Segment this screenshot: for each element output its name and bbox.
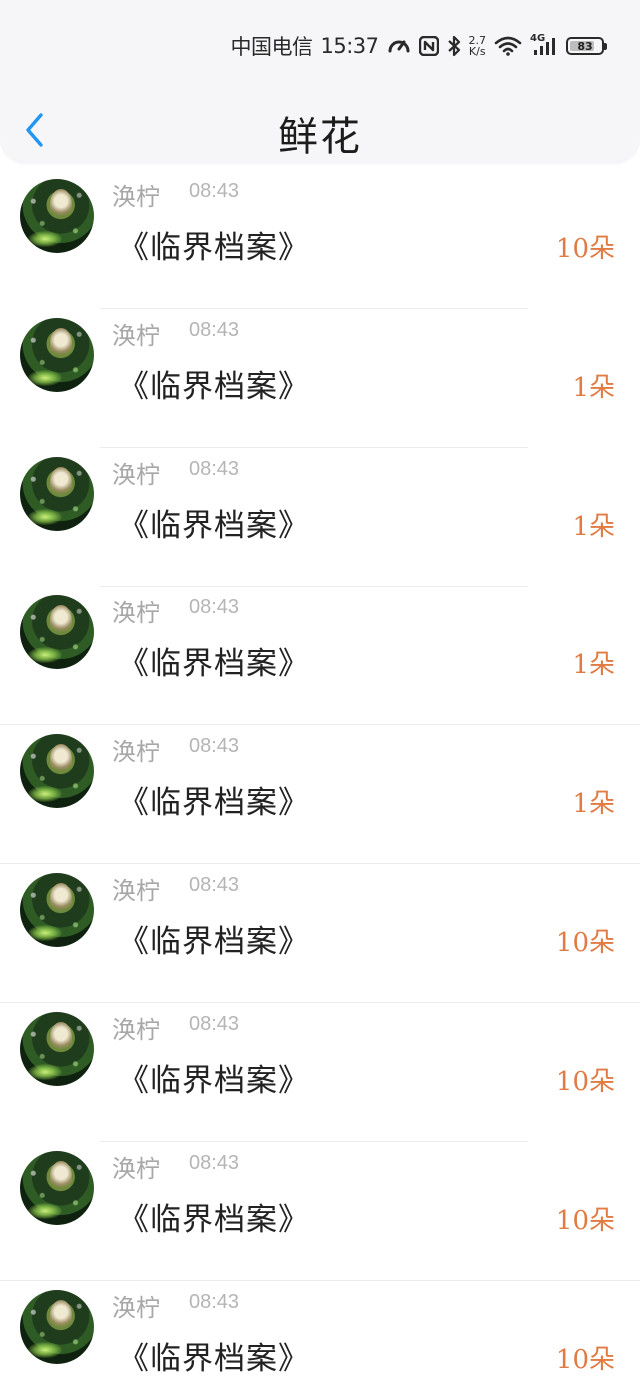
flower-record-row[interactable]: 涣柠 08:43 《临界档案》 1朵: [0, 586, 640, 725]
flower-count: 1朵: [572, 373, 615, 403]
user-name[interactable]: 涣柠: [112, 1288, 160, 1323]
send-time: 08:43: [189, 180, 240, 202]
bluetooth-icon: [447, 35, 461, 57]
flower-record-row[interactable]: 涣柠 08:43 《临界档案》 10朵: [0, 1281, 640, 1387]
avatar[interactable]: [20, 1290, 94, 1364]
book-title[interactable]: 《临界档案》: [118, 1333, 310, 1378]
flower-record-row[interactable]: 涣柠 08:43 《临界档案》 1朵: [0, 309, 640, 448]
clock: 15:37: [320, 34, 379, 58]
top-bar: 中国电信 15:37 2.7 K/s 4G 83 鲜花: [0, 0, 640, 163]
avatar-figure: [50, 1300, 72, 1330]
avatar-figure: [50, 605, 72, 635]
wifi-icon: [494, 36, 522, 56]
avatar-glow: [28, 370, 62, 386]
page-title: 鲜花: [278, 114, 362, 160]
flower-count: 10朵: [555, 1206, 615, 1236]
avatar-figure: [50, 189, 72, 219]
avatar-glow: [28, 231, 62, 247]
user-name[interactable]: 涣柠: [112, 177, 160, 212]
speedometer-icon: [387, 35, 411, 57]
avatar-glow: [28, 925, 62, 941]
send-time: 08:43: [189, 735, 240, 757]
user-name[interactable]: 涣柠: [112, 1010, 160, 1045]
send-time: 08:43: [189, 1291, 240, 1313]
user-name[interactable]: 涣柠: [112, 593, 160, 628]
net-speed-unit: K/s: [468, 45, 486, 58]
avatar-figure: [50, 883, 72, 913]
nfc-icon: [418, 36, 439, 56]
book-title[interactable]: 《临界档案》: [118, 1055, 310, 1100]
book-title[interactable]: 《临界档案》: [118, 916, 310, 961]
send-time: 08:43: [189, 458, 240, 480]
flower-record-row[interactable]: 涣柠 08:43 《临界档案》 1朵: [0, 725, 640, 864]
user-name[interactable]: 涣柠: [112, 732, 160, 767]
avatar-figure: [50, 1161, 72, 1191]
flower-record-row[interactable]: 涣柠 08:43 《临界档案》 1朵: [0, 448, 640, 587]
avatar-glow: [28, 1342, 62, 1358]
send-time: 08:43: [189, 596, 240, 618]
avatar[interactable]: [20, 457, 94, 531]
avatar[interactable]: [20, 873, 94, 947]
flowers-page: 涣柠 08:43 《临界档案》 10朵 涣柠 08:43 《临界档案》 1朵 涣柠 08:43 《临…: [0, 0, 640, 1387]
user-name[interactable]: 涣柠: [112, 316, 160, 351]
avatar[interactable]: [20, 318, 94, 392]
send-time: 08:43: [189, 874, 240, 896]
flower-count: 1朵: [572, 650, 615, 680]
book-title[interactable]: 《临界档案》: [118, 777, 310, 822]
avatar-figure: [50, 744, 72, 774]
network-type-label: 4G: [530, 33, 546, 44]
avatar[interactable]: [20, 1012, 94, 1086]
avatar-figure: [50, 1022, 72, 1052]
user-name[interactable]: 涣柠: [112, 1149, 160, 1184]
carrier-label: 中国电信: [230, 35, 313, 59]
send-time: 08:43: [189, 1152, 240, 1174]
avatar-glow: [28, 647, 62, 663]
send-time: 08:43: [189, 1013, 240, 1035]
avatar[interactable]: [20, 1151, 94, 1225]
flower-record-row[interactable]: 涣柠 08:43 《临界档案》 10朵: [0, 864, 640, 1003]
avatar-figure: [50, 467, 72, 497]
avatar-glow: [28, 509, 62, 525]
user-name[interactable]: 涣柠: [112, 455, 160, 490]
flower-record-row[interactable]: 涣柠 08:43 《临界档案》 10朵: [0, 1003, 640, 1142]
book-title[interactable]: 《临界档案》: [118, 638, 310, 683]
net-speed: 2.7 K/s: [469, 35, 487, 57]
flower-count: 10朵: [555, 1345, 615, 1375]
avatar-glow: [28, 1203, 62, 1219]
status-bar: 中国电信 15:37 2.7 K/s 4G 83: [230, 30, 607, 62]
avatar[interactable]: [20, 179, 94, 253]
battery-icon: 83: [566, 37, 607, 55]
flower-count: 10朵: [555, 1067, 615, 1097]
avatar[interactable]: [20, 595, 94, 669]
book-title[interactable]: 《临界档案》: [118, 1194, 310, 1239]
avatar-glow: [28, 1064, 62, 1080]
send-time: 08:43: [189, 319, 240, 341]
flower-record-row[interactable]: 涣柠 08:43 《临界档案》 10朵: [0, 170, 640, 309]
flower-record-row[interactable]: 涣柠 08:43 《临界档案》 10朵: [0, 1142, 640, 1281]
battery-percent: 83: [577, 39, 593, 53]
signal-icon: 4G: [530, 33, 558, 56]
avatar[interactable]: [20, 734, 94, 808]
flower-count: 10朵: [555, 928, 615, 958]
user-name[interactable]: 涣柠: [112, 871, 160, 906]
avatar-figure: [50, 328, 72, 358]
flower-count: 1朵: [572, 512, 615, 542]
book-title[interactable]: 《临界档案》: [118, 222, 310, 267]
avatar-glow: [28, 786, 62, 802]
flower-count: 1朵: [572, 789, 615, 819]
book-title[interactable]: 《临界档案》: [118, 500, 310, 545]
flower-count: 10朵: [555, 234, 615, 264]
book-title[interactable]: 《临界档案》: [118, 361, 310, 406]
